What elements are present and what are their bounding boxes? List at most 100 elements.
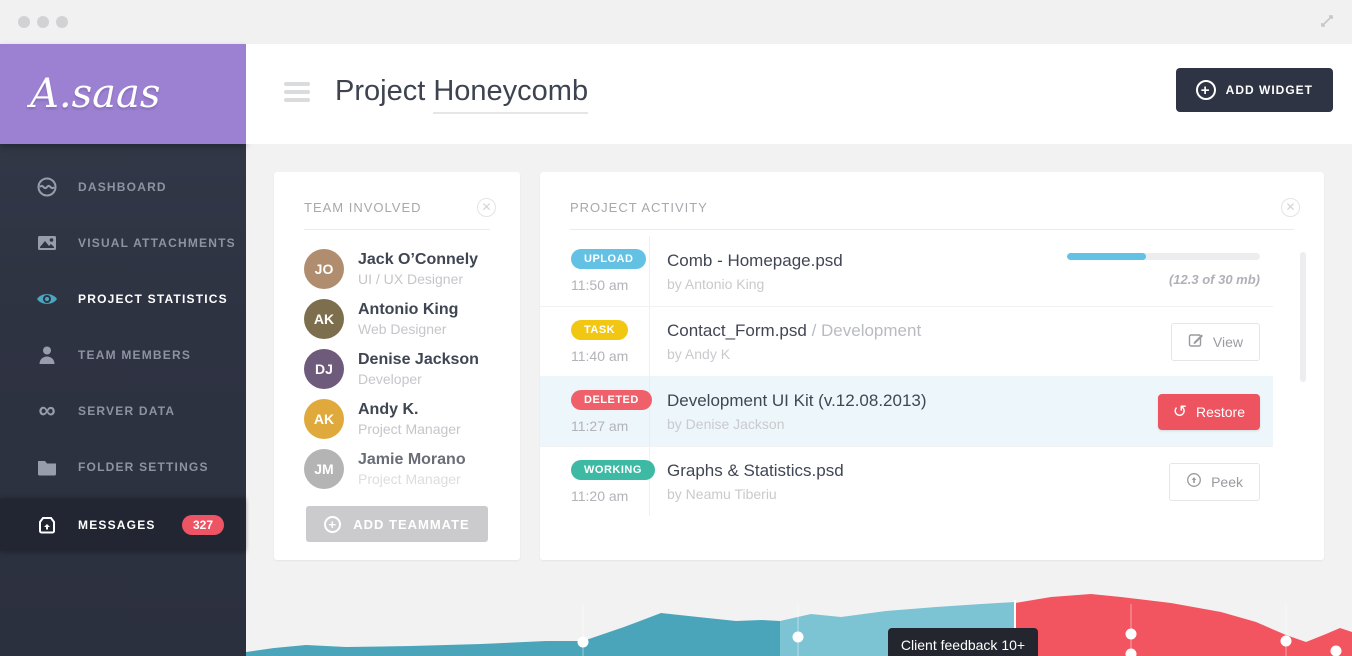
divider: [304, 229, 490, 230]
team-member-row[interactable]: AK Andy K. Project Manager: [274, 394, 520, 444]
sidebar-item-project-statistics[interactable]: PROJECT STATISTICS: [0, 271, 246, 327]
avatar: AK: [304, 399, 344, 439]
sidebar-item-server-data[interactable]: ∞ SERVER DATA: [0, 383, 246, 439]
activity-author: by Antonio King: [667, 276, 1067, 292]
sidebar: A.saas DASHBOARD VISUAL ATTACHMENTS PROJ…: [0, 44, 246, 656]
team-member-row[interactable]: JM Jamie Morano Project Manager: [274, 444, 520, 494]
sidebar-item-label: FOLDER SETTINGS: [78, 460, 209, 474]
peek-button[interactable]: Peek: [1169, 463, 1260, 501]
sidebar-item-label: MESSAGES: [78, 518, 156, 532]
window-titlebar: [0, 0, 1352, 44]
add-teammate-label: ADD TEAMMATE: [353, 517, 469, 532]
window-dot[interactable]: [37, 16, 49, 28]
restore-label: Restore: [1196, 404, 1245, 420]
expand-icon[interactable]: [1318, 12, 1336, 35]
progress-label: (12.3 of 30 mb): [1169, 272, 1260, 287]
activity-row-deleted[interactable]: DELETED 11:27 am Development UI Kit (v.1…: [540, 376, 1273, 446]
peek-icon: [1186, 472, 1202, 491]
sidebar-item-label: DASHBOARD: [78, 180, 167, 194]
eye-icon: [34, 287, 60, 311]
activity-author: by Denise Jackson: [667, 416, 1158, 432]
status-badge: DELETED: [571, 390, 652, 410]
project-activity-card: PROJECT ACTIVITY ✕ UPLOAD 11:50 am Comb …: [540, 172, 1324, 560]
add-teammate-button[interactable]: + ADD TEAMMATE: [306, 506, 488, 542]
window-controls: [18, 16, 68, 28]
sidebar-item-folder-settings[interactable]: FOLDER SETTINGS: [0, 439, 246, 495]
close-icon[interactable]: ✕: [1281, 198, 1300, 217]
avatar: DJ: [304, 349, 344, 389]
messages-count-badge: 327: [182, 515, 224, 535]
area-chart: [246, 590, 1352, 656]
activity-author: by Neamu Tiberiu: [667, 486, 1169, 502]
image-icon: [34, 232, 60, 254]
member-name: Denise Jackson: [358, 351, 479, 369]
sidebar-item-messages[interactable]: MESSAGES 327: [0, 499, 246, 551]
peek-label: Peek: [1211, 474, 1243, 490]
card-title: TEAM INVOLVED: [304, 200, 422, 215]
member-role: Project Manager: [358, 421, 461, 437]
activity-title: Graphs & Statistics.psd: [667, 461, 1169, 481]
page-header: Project Honeycomb + ADD WIDGET: [246, 44, 1352, 144]
window-dot[interactable]: [56, 16, 68, 28]
activity-title: Comb - Homepage.psd: [667, 251, 1067, 271]
avatar: JO: [304, 249, 344, 289]
status-badge: UPLOAD: [571, 249, 646, 269]
activity-list: UPLOAD 11:50 am Comb - Homepage.psd by A…: [540, 236, 1273, 516]
sidebar-item-dashboard[interactable]: DASHBOARD: [0, 159, 246, 215]
sidebar-item-label: SERVER DATA: [78, 404, 175, 418]
view-button[interactable]: View: [1171, 323, 1260, 361]
activity-time: 11:27 am: [571, 418, 649, 434]
activity-time: 11:40 am: [571, 348, 649, 364]
activity-title: Contact_Form.psd / Development: [667, 321, 1171, 341]
scrollbar-thumb[interactable]: [1300, 252, 1306, 382]
activity-row-upload[interactable]: UPLOAD 11:50 am Comb - Homepage.psd by A…: [540, 236, 1273, 306]
team-list: JO Jack O’ConnelyUI / UX Designer AK Ant…: [274, 244, 520, 494]
scrollbar[interactable]: [1300, 252, 1306, 532]
sidebar-item-label: VISUAL ATTACHMENTS: [78, 236, 236, 250]
member-name: Antonio King: [358, 301, 458, 319]
restore-button[interactable]: ↺ Restore: [1158, 394, 1260, 430]
activity-time: 11:20 am: [571, 488, 649, 504]
avatar: JM: [304, 449, 344, 489]
page-title-prefix: Project: [335, 75, 433, 107]
activity-time: 11:50 am: [571, 277, 649, 293]
infinity-icon: ∞: [34, 403, 60, 419]
chart-tooltip: Client feedback 10+: [888, 628, 1038, 656]
lock-icon: [34, 514, 60, 536]
sidebar-nav: DASHBOARD VISUAL ATTACHMENTS PROJECT STA…: [0, 144, 246, 551]
page-title: Project Honeycomb: [335, 75, 588, 108]
activity-author: by Andy K: [667, 346, 1171, 362]
app-logo: A.saas: [0, 44, 246, 144]
activity-row-working[interactable]: WORKING 11:20 am Graphs & Statistics.psd…: [540, 446, 1273, 516]
status-badge: WORKING: [571, 460, 655, 480]
menu-icon[interactable]: [284, 82, 310, 106]
sidebar-item-label: PROJECT STATISTICS: [78, 292, 228, 306]
sidebar-item-visual-attachments[interactable]: VISUAL ATTACHMENTS: [0, 215, 246, 271]
restore-icon: ↺: [1173, 403, 1187, 420]
progress-fill: [1067, 253, 1146, 260]
team-member-row[interactable]: DJ Denise Jackson Developer: [274, 344, 520, 394]
member-role: Developer: [358, 371, 479, 387]
divider: [570, 229, 1294, 230]
member-name: Jamie Morano: [358, 451, 466, 469]
progress-track: [1067, 253, 1260, 260]
member-role: Web Designer: [358, 321, 458, 337]
avatar: AK: [304, 299, 344, 339]
window-dot[interactable]: [18, 16, 30, 28]
member-name: Jack O’Connely: [358, 251, 478, 269]
page-title-emphasis: Honeycomb: [433, 75, 588, 114]
member-name: Andy K.: [358, 401, 461, 419]
sidebar-item-team-members[interactable]: TEAM MEMBERS: [0, 327, 246, 383]
add-widget-label: ADD WIDGET: [1226, 83, 1313, 97]
team-member-row[interactable]: JO Jack O’ConnelyUI / UX Designer: [274, 244, 520, 294]
plus-icon: +: [1196, 80, 1216, 100]
plus-icon: +: [324, 516, 341, 533]
activity-row-task[interactable]: TASK 11:40 am Contact_Form.psd / Develop…: [540, 306, 1273, 376]
close-icon[interactable]: ✕: [477, 198, 496, 217]
add-widget-button[interactable]: + ADD WIDGET: [1176, 68, 1333, 112]
member-role: Project Manager: [358, 471, 466, 487]
upload-progress: (12.3 of 30 mb): [1067, 253, 1260, 289]
folder-icon: [34, 456, 60, 478]
sidebar-item-label: TEAM MEMBERS: [78, 348, 191, 362]
team-member-row[interactable]: AK Antonio King Web Designer: [274, 294, 520, 344]
